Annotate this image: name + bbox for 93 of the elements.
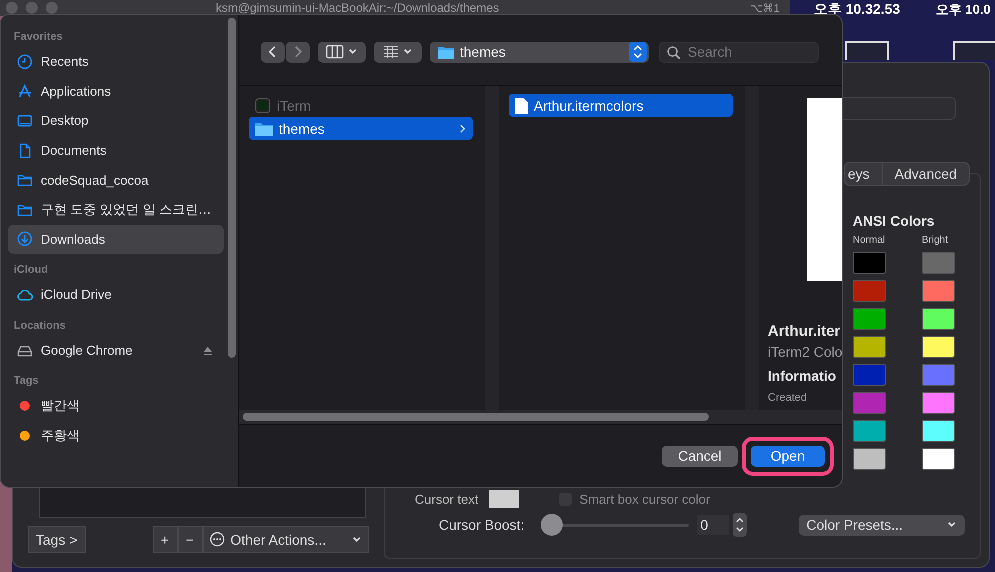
location-dropdown[interactable]: themes xyxy=(430,42,649,62)
search-icon xyxy=(667,46,681,60)
file-type: iTerm2 Colo xyxy=(768,344,842,360)
window-title: ksm@gimsumin-ui-MacBookAir:~/Downloads/themes xyxy=(216,1,500,15)
window-thumbnail[interactable] xyxy=(845,41,889,60)
grid-icon xyxy=(383,45,399,59)
sidebar-item[interactable]: Recents xyxy=(8,47,224,77)
color-swatch[interactable] xyxy=(922,280,955,302)
slider-thumb[interactable] xyxy=(540,514,563,536)
sidebar-item[interactable]: 구현 도중 있었던 일 스크린… xyxy=(8,194,224,225)
scrollbar-thumb[interactable] xyxy=(243,413,709,421)
clock-icon xyxy=(17,54,33,70)
color-swatch[interactable] xyxy=(853,336,886,358)
eject-icon[interactable] xyxy=(202,344,214,357)
info-label: Created xyxy=(768,392,808,404)
download-icon xyxy=(17,231,33,248)
color-swatch[interactable] xyxy=(853,308,886,330)
color-swatch[interactable] xyxy=(922,392,955,414)
applications-icon xyxy=(17,83,33,100)
chevron-right-icon xyxy=(459,124,467,134)
file-name: Arthur.iter xyxy=(768,323,842,340)
remove-button[interactable]: − xyxy=(178,526,203,553)
field-label: Cursor Boost: xyxy=(439,517,525,533)
folder-icon xyxy=(438,45,454,59)
sidebar-item[interactable]: Documents xyxy=(8,136,224,166)
chevron-down-icon xyxy=(946,521,957,529)
add-button[interactable]: + xyxy=(152,526,178,553)
color-swatch[interactable] xyxy=(922,252,955,274)
view-button[interactable] xyxy=(318,42,366,62)
section-heading: Informatio xyxy=(768,368,838,384)
file-item[interactable]: themes xyxy=(249,117,473,140)
sidebar-item[interactable]: codeSquad_cocoa xyxy=(8,165,224,195)
minimize-dot[interactable] xyxy=(26,2,38,14)
sidebar-item[interactable]: 주황색 xyxy=(8,420,224,451)
section-heading: Favorites xyxy=(14,31,64,43)
number-field[interactable]: 0 xyxy=(696,515,729,535)
zoom-dot[interactable] xyxy=(46,2,58,14)
scrollbar-thumb[interactable] xyxy=(228,18,236,358)
other-actions-dropdown[interactable]: Other Actions... xyxy=(202,526,369,553)
stepper-icon[interactable] xyxy=(732,513,747,537)
sidebar-item[interactable]: Applications xyxy=(8,76,224,106)
sidebar-item[interactable]: Google Chrome xyxy=(8,336,224,366)
chevron-down-icon xyxy=(348,48,358,56)
color-swatch[interactable] xyxy=(853,252,886,274)
window-thumbnail[interactable] xyxy=(953,41,995,60)
color-swatch[interactable] xyxy=(853,280,886,302)
search-field[interactable]: Search xyxy=(659,42,819,62)
color-presets-dropdown[interactable]: Color Presets... xyxy=(798,514,965,536)
sidebar-item[interactable]: Downloads xyxy=(8,224,224,254)
ellipsis-circle-icon xyxy=(210,532,225,547)
up-down-icon xyxy=(629,42,647,62)
cancel-button[interactable]: Cancel xyxy=(662,446,738,466)
sidebar-item[interactable]: 빨간색 xyxy=(8,391,224,421)
clock-text: 오후 10.0 xyxy=(936,1,991,19)
chevron-left-icon xyxy=(268,45,278,59)
color-swatch[interactable] xyxy=(922,420,955,442)
field-label: Cursor text xyxy=(415,492,479,506)
back-button[interactable] xyxy=(261,42,285,62)
columns-icon xyxy=(326,45,344,59)
group-button[interactable] xyxy=(374,42,422,62)
sidebar-item[interactable]: Desktop xyxy=(8,106,224,136)
chevron-down-icon xyxy=(403,48,413,56)
sidebar-item[interactable]: iCloud Drive xyxy=(8,280,224,310)
tab[interactable]: eys xyxy=(845,163,882,185)
column-label: Normal xyxy=(853,235,886,246)
column-label: Bright xyxy=(922,235,950,246)
section-heading: Locations xyxy=(14,320,67,332)
color-swatch[interactable] xyxy=(853,392,886,414)
tab[interactable]: Advanced xyxy=(882,163,970,185)
desktop-icon xyxy=(17,112,33,129)
document-icon xyxy=(515,98,528,114)
folder-icon xyxy=(255,122,273,136)
color-well[interactable] xyxy=(488,490,519,508)
checkbox-label: Smart box cursor color xyxy=(580,492,710,506)
forward-button[interactable] xyxy=(286,42,310,62)
color-swatch[interactable] xyxy=(853,420,886,442)
color-swatch[interactable] xyxy=(922,336,955,358)
file-item[interactable]: Arthur.itermcolors xyxy=(509,94,733,117)
tags-button[interactable]: Tags > xyxy=(28,526,86,553)
color-swatch[interactable] xyxy=(853,364,886,386)
color-swatch[interactable] xyxy=(922,364,955,386)
color-swatch[interactable] xyxy=(922,308,955,330)
terminal-app-icon xyxy=(255,98,271,114)
chevron-right-icon xyxy=(293,45,303,59)
section-heading: ANSI Colors xyxy=(853,213,936,229)
section-heading: Tags xyxy=(14,375,40,388)
section-heading: iCloud xyxy=(14,264,50,276)
open-button[interactable]: Open xyxy=(751,446,825,466)
chevron-down-icon xyxy=(352,536,362,544)
shortcut-text: ⌥⌘1 xyxy=(750,2,780,14)
color-swatch[interactable] xyxy=(853,448,886,470)
close-dot[interactable] xyxy=(6,2,18,14)
color-swatch[interactable] xyxy=(922,448,955,470)
